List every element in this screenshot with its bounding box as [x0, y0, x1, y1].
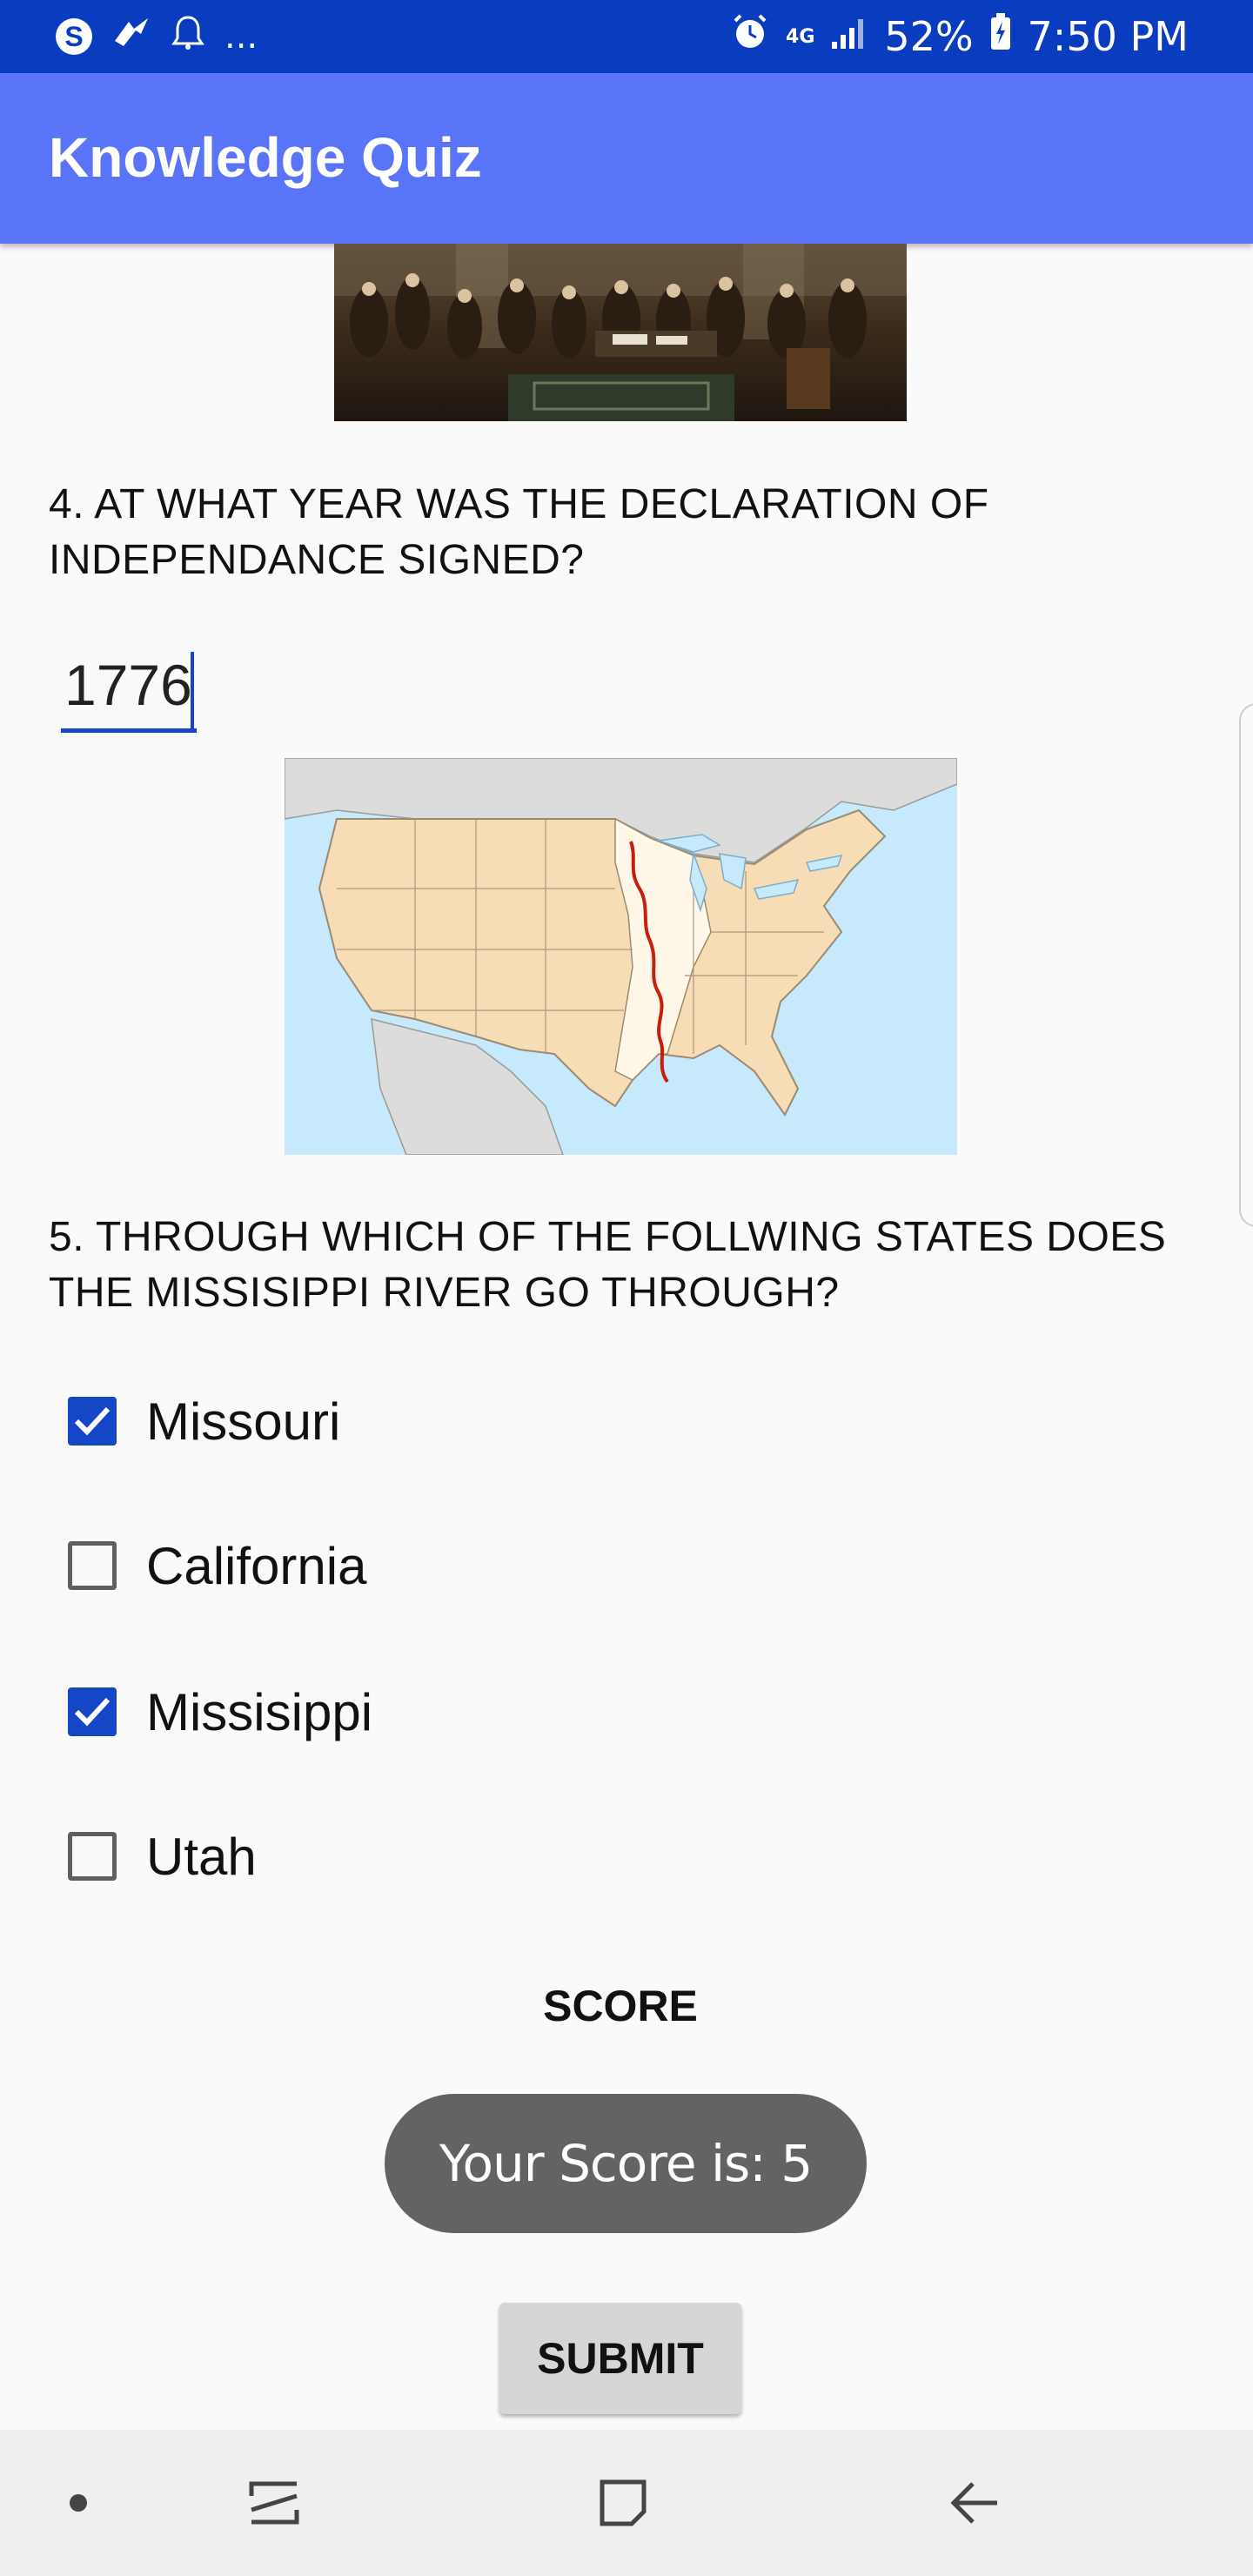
option-california[interactable]: California	[68, 1534, 366, 1597]
battery-percent: 52%	[884, 13, 974, 60]
edge-panel-handle[interactable]	[1239, 703, 1253, 1227]
checkbox-unchecked-icon[interactable]	[68, 1541, 117, 1590]
checkbox-checked-icon[interactable]	[68, 1397, 117, 1446]
recent-apps-icon[interactable]	[235, 2430, 313, 2576]
year-answer-input[interactable]: 1776	[61, 637, 197, 733]
option-missouri[interactable]: Missouri	[68, 1390, 340, 1452]
notification-app-icon	[111, 15, 151, 58]
notification-icons: S ...	[56, 16, 258, 57]
dot-icon[interactable]	[52, 2430, 104, 2576]
mississippi-river-map-image	[285, 758, 957, 1155]
option-label: Missisippi	[146, 1682, 373, 1741]
option-missisippi[interactable]: Missisippi	[68, 1680, 372, 1743]
question-4-text: 4. AT WHAT YEAR WAS THE DECLARATION OF I…	[49, 481, 989, 583]
home-icon[interactable]	[588, 2430, 658, 2576]
question-5-text: 5. THROUGH WHICH OF THE FOLLWING STATES …	[49, 1214, 1167, 1316]
battery-charging-icon	[989, 12, 1012, 61]
navigation-bar	[0, 2430, 1253, 2576]
checkbox-unchecked-icon[interactable]	[68, 1832, 117, 1881]
text-cursor	[190, 651, 194, 728]
option-utah[interactable]: Utah	[68, 1825, 257, 1888]
declaration-painting-image	[334, 244, 907, 421]
checkbox-checked-icon[interactable]	[68, 1687, 117, 1736]
back-icon[interactable]	[940, 2430, 1009, 2576]
bell-icon	[171, 14, 205, 59]
status-bar: S ... 4G 52% 7:50 PM	[0, 0, 1253, 73]
alarm-icon	[730, 12, 770, 62]
app-title: Knowledge Quiz	[49, 126, 482, 189]
score-heading: SCORE	[543, 1982, 698, 2030]
app-bar: Knowledge Quiz	[0, 73, 1253, 244]
network-type-text: 4G	[786, 25, 815, 48]
option-label: California	[146, 1536, 367, 1595]
skype-icon: S	[56, 18, 92, 55]
year-answer-value: 1776	[64, 653, 192, 717]
option-label: Utah	[146, 1827, 257, 1886]
more-notifications-text: ...	[224, 17, 258, 57]
clock-time: 7:50 PM	[1027, 13, 1189, 60]
score-toast: Your Score is: 5	[385, 2094, 867, 2233]
submit-button[interactable]: SUBMIT	[499, 2303, 741, 2414]
system-icons: 4G 52% 7:50 PM	[730, 12, 1189, 61]
option-label: Missouri	[146, 1392, 341, 1451]
signal-icon	[830, 13, 868, 60]
